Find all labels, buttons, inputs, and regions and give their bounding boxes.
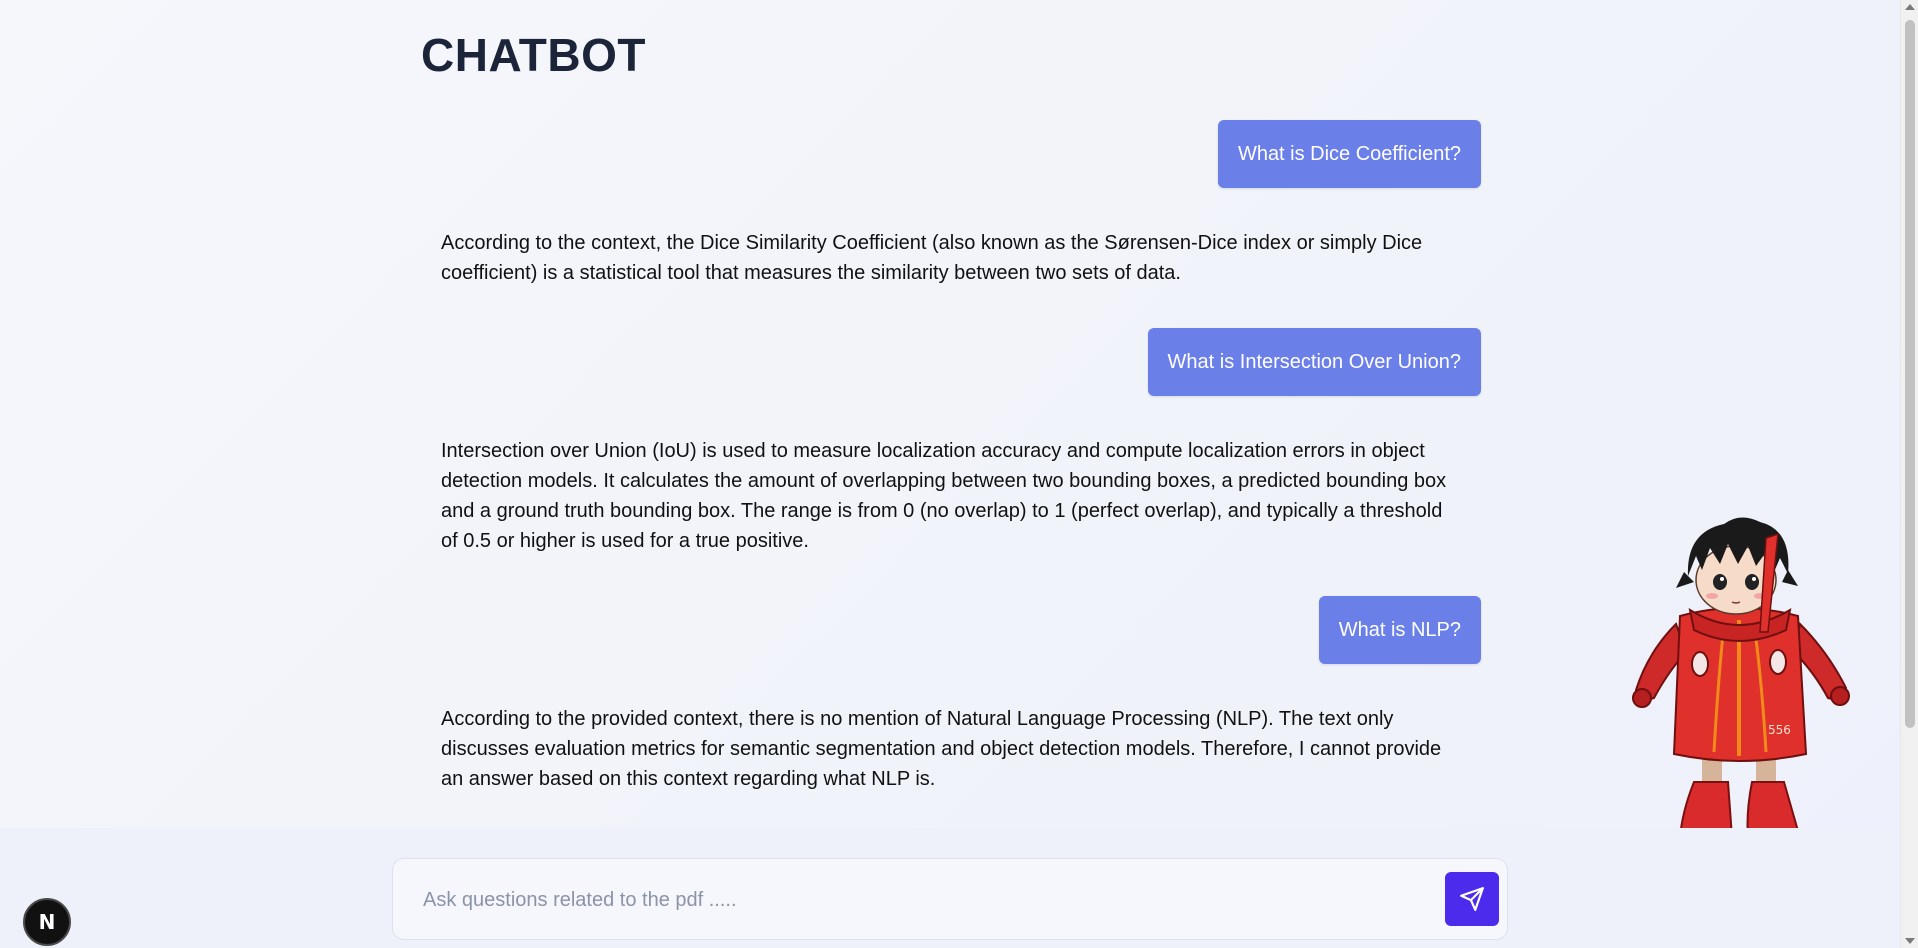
bot-message: According to the provided context, there… [441,708,1442,790]
user-message-row: What is Dice Coefficient? [421,120,1481,188]
mascot-illustration: 556 [1632,517,1850,840]
user-message-row: What is Intersection Over Union? [421,328,1481,396]
send-button[interactable] [1445,872,1499,926]
scroll-up-arrow-icon[interactable] [1905,4,1915,10]
bot-message: According to the context, the Dice Simil… [441,232,1423,284]
send-icon [1460,887,1484,911]
svg-text:556: 556 [1768,723,1791,737]
page-title: CHATBOT [421,29,646,81]
composer [392,858,1508,940]
scroll-down-arrow-icon[interactable] [1905,938,1915,944]
scrollbar-thumb[interactable] [1905,20,1915,728]
chat-thread: What is Dice Coefficient? According to t… [421,120,1481,794]
page-scrollbar[interactable] [1900,0,1918,948]
user-message: What is Intersection Over Union? [1147,328,1481,396]
user-message: What is NLP? [1318,596,1481,664]
dev-tools-badge[interactable]: N [23,898,71,946]
user-message: What is Dice Coefficient? [1217,120,1481,188]
bot-message: Intersection over Union (IoU) is used to… [441,440,1447,552]
question-input[interactable] [421,879,1425,921]
user-message-row: What is NLP? [421,596,1481,664]
